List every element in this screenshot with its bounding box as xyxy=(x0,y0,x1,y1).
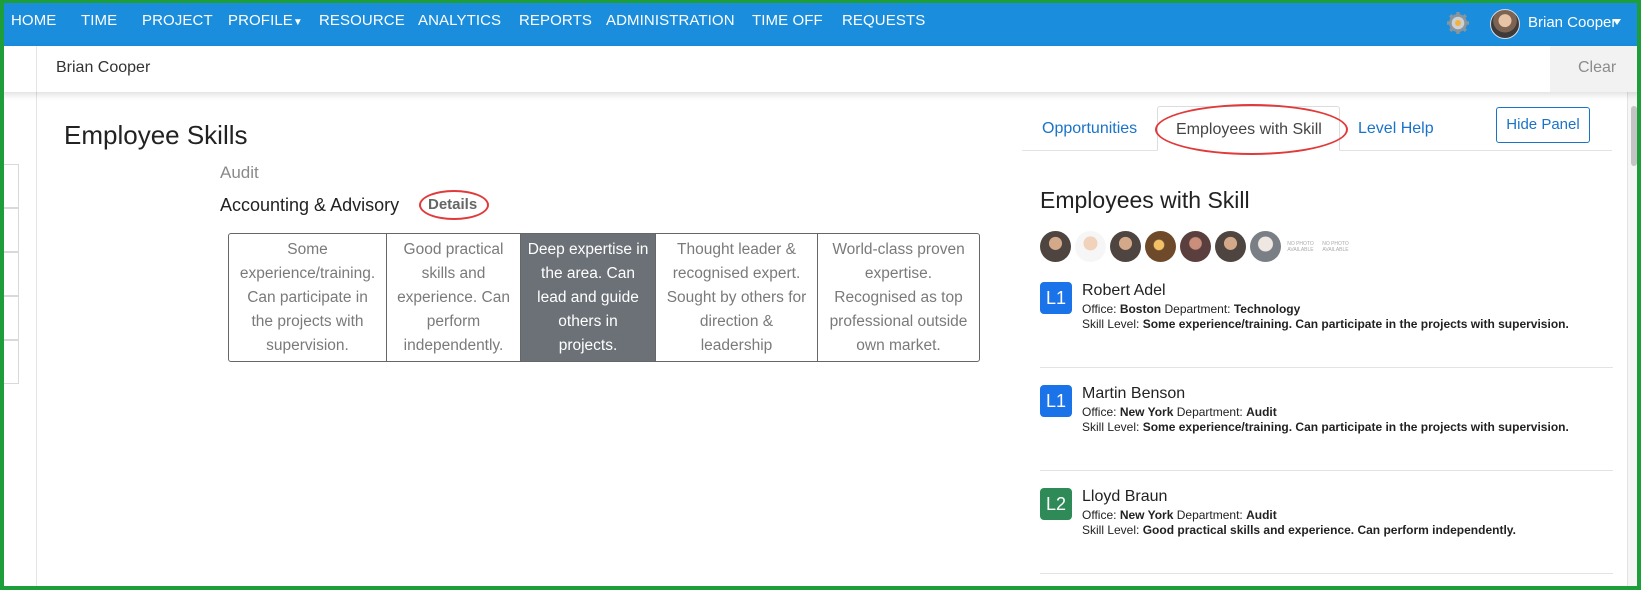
side-column xyxy=(4,92,37,590)
skill-category: Audit xyxy=(220,163,259,182)
side-tab[interactable] xyxy=(4,296,19,340)
no-photo-avatar[interactable]: NO PHOTO AVAILABLE xyxy=(1320,231,1351,262)
employee-name[interactable]: Martin Benson xyxy=(1082,385,1185,403)
nav-requests[interactable]: REQUESTS xyxy=(842,12,925,29)
level-badge: L1 xyxy=(1040,385,1072,417)
tab-opportunities[interactable]: Opportunities xyxy=(1042,120,1137,138)
tab-level-help[interactable]: Level Help xyxy=(1358,120,1434,138)
panel-scrollbar[interactable] xyxy=(1627,92,1641,590)
nav-profile-label: PROFILE xyxy=(228,12,293,29)
employee-search-input[interactable]: Brian Cooper xyxy=(56,59,150,77)
left-rail xyxy=(4,46,37,92)
employee-avatar-strip: NO PHOTO AVAILABLE NO PHOTO AVAILABLE xyxy=(1040,231,1351,262)
employee-avatar[interactable] xyxy=(1215,231,1246,262)
employee-skill-level: Skill Level: Some experience/training. C… xyxy=(1082,317,1569,331)
employee-name[interactable]: Robert Adel xyxy=(1082,282,1166,300)
clear-button-label: Clear xyxy=(1578,59,1617,76)
employee-skill-level: Skill Level: Good practical skills and e… xyxy=(1082,523,1516,537)
user-menu-name[interactable]: Brian Cooper xyxy=(1528,14,1616,31)
employee-list-item[interactable]: L2 Lloyd Braun Office: New York Departme… xyxy=(1040,488,1613,548)
level-badge: L1 xyxy=(1040,282,1072,314)
nav-reports[interactable]: REPORTS xyxy=(519,12,592,29)
page-title: Employee Skills xyxy=(64,120,248,150)
employee-skill-level: Skill Level: Some experience/training. C… xyxy=(1082,420,1569,434)
side-tab[interactable] xyxy=(4,252,19,296)
details-link[interactable]: Details xyxy=(428,196,477,213)
nav-home[interactable]: HOME xyxy=(11,12,56,29)
employee-name[interactable]: Lloyd Braun xyxy=(1082,488,1167,506)
employee-avatar[interactable] xyxy=(1040,231,1071,262)
divider xyxy=(1040,573,1613,574)
level-option-2[interactable]: Good practical skills and experience. Ca… xyxy=(387,234,521,361)
employee-avatar[interactable] xyxy=(1250,231,1281,262)
level-badge: L2 xyxy=(1040,488,1072,520)
side-tab[interactable] xyxy=(4,340,19,384)
nav-project[interactable]: PROJECT xyxy=(142,12,213,29)
employee-office-dept: Office: New York Department: Audit xyxy=(1082,508,1277,522)
employee-list-item[interactable]: L1 Martin Benson Office: New York Depart… xyxy=(1040,385,1613,445)
employee-list-item[interactable]: L1 Robert Adel Office: Boston Department… xyxy=(1040,282,1613,342)
level-option-5[interactable]: World-class proven expertise. Recognised… xyxy=(818,234,979,361)
side-tab[interactable] xyxy=(4,208,19,252)
nav-administration[interactable]: ADMINISTRATION xyxy=(606,12,735,29)
skill-level-selector: Some experience/training. Can participat… xyxy=(228,233,980,362)
nav-time[interactable]: TIME xyxy=(81,12,117,29)
clear-button[interactable]: Clear xyxy=(1550,46,1638,92)
nav-resource[interactable]: RESOURCE xyxy=(319,12,405,29)
level-option-3[interactable]: Deep expertise in the area. Can lead and… xyxy=(521,234,656,361)
tab-employees-with-skill-label: Employees with Skill xyxy=(1176,121,1322,138)
caret-down-icon: ▼ xyxy=(292,17,303,28)
employee-office-dept: Office: New York Department: Audit xyxy=(1082,405,1277,419)
panel-title: Employees with Skill xyxy=(1040,187,1250,213)
divider xyxy=(1040,367,1613,368)
gear-icon[interactable] xyxy=(1446,11,1470,35)
employee-office-dept: Office: Boston Department: Technology xyxy=(1082,302,1301,316)
level-option-1[interactable]: Some experience/training. Can participat… xyxy=(229,234,387,361)
employee-avatar[interactable] xyxy=(1180,231,1211,262)
side-tab[interactable] xyxy=(4,164,19,208)
employee-search-bar: Brian Cooper Clear xyxy=(0,46,1641,92)
level-option-4[interactable]: Thought leader & recognised expert. Soug… xyxy=(656,234,818,361)
nav-analytics[interactable]: ANALYTICS xyxy=(418,12,501,29)
tab-employees-with-skill[interactable]: Employees with Skill xyxy=(1157,106,1340,151)
employee-avatar[interactable] xyxy=(1110,231,1141,262)
skill-name: Accounting & Advisory xyxy=(220,195,400,215)
user-avatar[interactable] xyxy=(1490,9,1520,39)
scrollbar-thumb[interactable] xyxy=(1631,106,1637,166)
chevron-down-icon[interactable] xyxy=(1613,19,1621,25)
hide-panel-button[interactable]: Hide Panel xyxy=(1496,107,1590,143)
no-photo-avatar[interactable]: NO PHOTO AVAILABLE xyxy=(1285,231,1316,262)
divider xyxy=(1040,470,1613,471)
top-nav: HOME TIME PROJECT PROFILE▼ RESOURCE ANAL… xyxy=(0,0,1641,46)
nav-profile[interactable]: PROFILE▼ xyxy=(228,12,303,29)
employee-avatar[interactable] xyxy=(1145,231,1176,262)
nav-time-off[interactable]: TIME OFF xyxy=(752,12,823,29)
employee-avatar[interactable] xyxy=(1075,231,1106,262)
